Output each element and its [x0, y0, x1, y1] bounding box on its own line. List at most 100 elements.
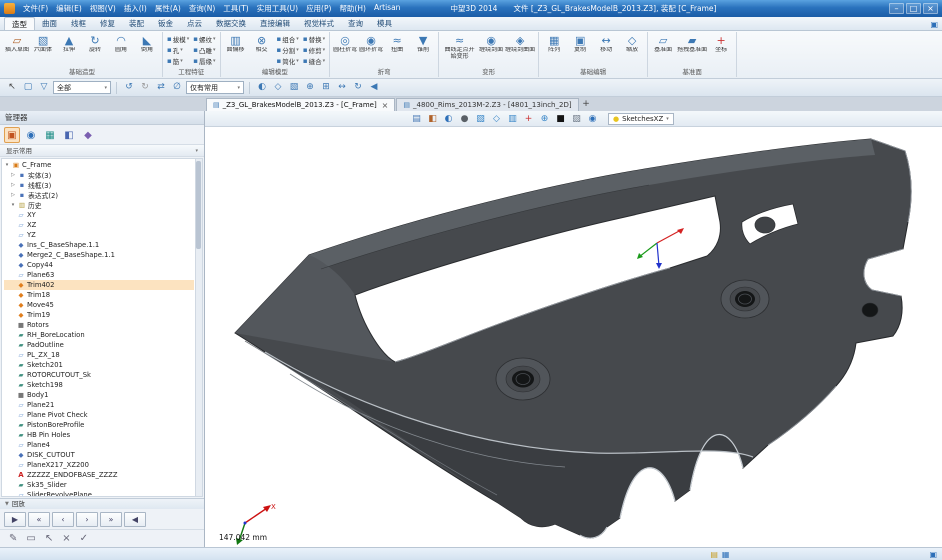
viewport-tool-icon[interactable]: ◐	[442, 114, 455, 124]
history-item[interactable]: ▱ Plane4	[4, 440, 194, 450]
viewport-tool-icon[interactable]: ▧	[474, 114, 487, 124]
replay-button[interactable]: ‹	[52, 512, 74, 527]
tree-section[interactable]: ▷ ▪ 表达式(2)	[4, 190, 194, 200]
ribbon-small-button[interactable]: ▪ 组合 ▾	[275, 33, 301, 44]
history-item[interactable]: ▱ Plane21	[4, 400, 194, 410]
history-item[interactable]: ◆ Trim19	[4, 310, 194, 320]
toolbar-icon[interactable]: ▽	[37, 81, 51, 95]
history-item[interactable]: ■ Rotors	[4, 320, 194, 330]
replay-button[interactable]: ◀	[124, 512, 146, 527]
manager-tab-icon[interactable]: ◉	[23, 127, 39, 143]
ribbon-button[interactable]: ▼ 锥削	[410, 32, 436, 67]
toolbar-icon[interactable]: ∅	[170, 81, 184, 95]
toolbar-icon[interactable]: ◐	[255, 81, 269, 95]
expander-icon[interactable]: ▾	[10, 202, 16, 208]
history-item[interactable]: ▰ HB Pin Holes	[4, 430, 194, 440]
toolbar-icon[interactable]: ◇	[271, 81, 285, 95]
minimize-button[interactable]: –	[889, 3, 904, 14]
ribbon-small-button[interactable]: ▪ 筋 ▾	[165, 55, 191, 66]
ribbon-button[interactable]: ◣ 倒角	[134, 32, 160, 67]
viewport-tool-icon[interactable]: ◇	[490, 114, 503, 124]
ribbon-tab[interactable]: 修复	[93, 17, 122, 30]
ribbon-tab[interactable]: 视觉样式	[297, 17, 341, 30]
replay-button[interactable]: ▶	[4, 512, 26, 527]
toolbar-icon[interactable]: ▧	[287, 81, 301, 95]
ribbon-button[interactable]: ⊗ 相交	[249, 32, 275, 67]
ribbon-button[interactable]: ◠ 圆角	[108, 32, 134, 67]
ribbon-button[interactable]: + 坐标	[708, 32, 734, 67]
maximize-button[interactable]: □	[906, 3, 921, 14]
ribbon-button[interactable]: ▰ 拖拽基准面	[676, 32, 708, 67]
toolbar-icon[interactable]: ⇄	[154, 81, 168, 95]
ribbon-button[interactable]: ▣ 复制	[567, 32, 593, 67]
ribbon-button[interactable]: ▥ 面偏移	[223, 32, 249, 67]
menu-item[interactable]: 工具(T)	[219, 3, 252, 14]
history-item[interactable]: ▰ Sk35_Slider	[4, 480, 194, 490]
ribbon-button[interactable]: ▱ 插入草图	[4, 32, 30, 67]
ribbon-tab[interactable]: 造型	[4, 17, 35, 30]
toolbar-icon[interactable]: ◀	[367, 81, 381, 95]
ribbon-button[interactable]: ▧ 六面体	[30, 32, 56, 67]
history-item[interactable]: ◆ Trim402	[4, 280, 194, 290]
status-icon[interactable]: ▤	[710, 550, 718, 559]
ribbon-button[interactable]: ↻ 旋转	[82, 32, 108, 67]
ribbon-small-button[interactable]: ▪ 凸雕 ▾	[191, 44, 217, 55]
menu-item[interactable]: 文件(F)	[19, 3, 52, 14]
close-button[interactable]: ×	[923, 3, 938, 14]
menu-item[interactable]: 视图(V)	[86, 3, 120, 14]
menu-item[interactable]: 插入(I)	[120, 3, 151, 14]
ribbon-button[interactable]: ▱ 基准面	[650, 32, 676, 67]
history-item[interactable]: ▰ ROTORCUTOUT_Sk	[4, 370, 194, 380]
history-item[interactable]: ◆ Move45	[4, 300, 194, 310]
viewport-tool-icon[interactable]: ▤	[410, 114, 423, 124]
history-item[interactable]: ▰ PistonBoreProfile	[4, 420, 194, 430]
history-item[interactable]: ▰ Sketch198	[4, 380, 194, 390]
scrollbar-thumb[interactable]	[196, 161, 201, 249]
ribbon-tab[interactable]: 点云	[180, 17, 209, 30]
tree-filter-bar[interactable]: 显示常用 ▾	[0, 145, 204, 157]
history-item[interactable]: ■ Body1	[4, 390, 194, 400]
ribbon-small-button[interactable]: ▪ 唇缘 ▾	[191, 55, 217, 66]
manager-tab-icon[interactable]: ◆	[80, 127, 96, 143]
manager-tool-icon[interactable]: ✎	[9, 533, 17, 544]
entity-filter-dropdown[interactable]: 全部 ▾	[53, 81, 111, 94]
ribbon-button[interactable]: ≈ 扭曲	[384, 32, 410, 67]
ribbon-tab[interactable]: 数据交换	[209, 17, 253, 30]
ribbon-small-button[interactable]: ▪ 分割 ▾	[275, 44, 301, 55]
viewport-tool-icon[interactable]: ■	[554, 114, 567, 124]
history-item[interactable]: ▱ YZ	[4, 230, 194, 240]
viewport-tool-icon[interactable]: ⊕	[538, 114, 551, 124]
expander-icon[interactable]: ▷	[10, 172, 16, 178]
toolbar-icon[interactable]: ⊞	[319, 81, 333, 95]
menu-item[interactable]: 实用工具(U)	[253, 3, 302, 14]
history-item[interactable]: ◆ Merge2_C_BaseShape.1.1	[4, 250, 194, 260]
document-tab-active[interactable]: ▤ _Z3_GL_BrakesModelB_2013.Z3 - [C_Frame…	[206, 98, 395, 111]
history-item[interactable]: ◆ Copy44	[4, 260, 194, 270]
history-item[interactable]: ▱ XY	[4, 210, 194, 220]
viewport-tool-icon[interactable]: ▨	[570, 114, 583, 124]
ribbon-small-button[interactable]: ▪ 孔 ▾	[165, 44, 191, 55]
replay-button[interactable]: «	[28, 512, 50, 527]
ribbon-button[interactable]: ▲ 拉伸	[56, 32, 82, 67]
tree-section[interactable]: ▷ ▪ 实体(3)	[4, 170, 194, 180]
ribbon-tab[interactable]: 线框	[64, 17, 93, 30]
expander-icon[interactable]: ▾	[4, 162, 10, 168]
tree-section[interactable]: ▷ ▪ 线框(3)	[4, 180, 194, 190]
history-item[interactable]: ▰ RH_BoreLocation	[4, 330, 194, 340]
history-item[interactable]: ▰ PadOutline	[4, 340, 194, 350]
manager-tab-icon[interactable]: ▣	[4, 127, 20, 143]
history-item[interactable]: ◆ Ins_C_BaseShape.1.1	[4, 240, 194, 250]
history-item[interactable]: ▱ Plane Pivot Check	[4, 410, 194, 420]
document-tab[interactable]: ▤ _4800_Rims_2013M-2.Z3 - [4801_13inch_2…	[396, 98, 578, 111]
manager-tool-icon[interactable]: ↖	[45, 533, 53, 544]
manager-tool-icon[interactable]: ✓	[80, 533, 88, 544]
history-item[interactable]: ▱ SliderRevolvePlane	[4, 490, 194, 497]
ribbon-small-button[interactable]: ▪ 替换 ▾	[301, 33, 327, 44]
tree-section-history[interactable]: ▾ ▥ 历史	[4, 200, 194, 210]
ribbon-tab[interactable]: 钣金	[151, 17, 180, 30]
toolbar-icon[interactable]: ▢	[21, 81, 35, 95]
menu-item[interactable]: 查询(N)	[185, 3, 219, 14]
ribbon-small-button[interactable]: ▪ 简化 ▾	[275, 55, 301, 66]
history-item[interactable]: ▱ XZ	[4, 220, 194, 230]
sketch-visibility-dropdown[interactable]: ● SketchesXZ ▾	[608, 113, 674, 125]
